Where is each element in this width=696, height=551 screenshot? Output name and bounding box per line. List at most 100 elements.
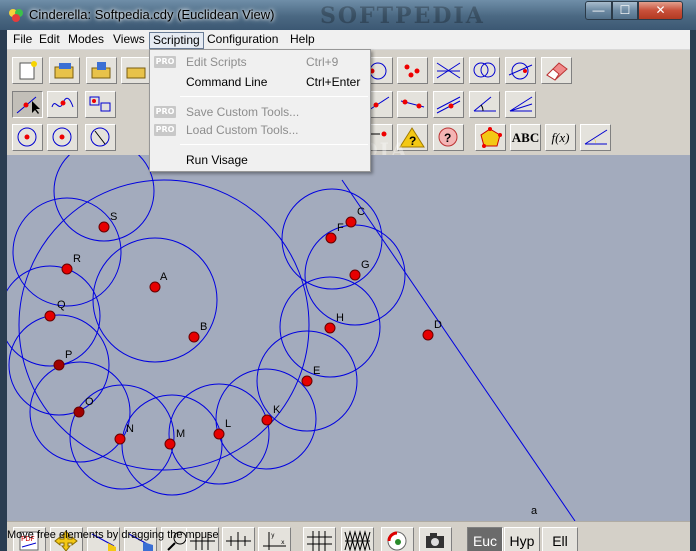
menu-item-command-line[interactable]: Command Line Ctrl+Enter	[150, 72, 370, 92]
export-button[interactable]	[121, 57, 152, 84]
angle-tool-button[interactable]	[469, 91, 500, 118]
label-o: O	[85, 396, 94, 408]
square-grid-icon	[307, 531, 332, 551]
status-bar-text: Move free elements by dragging the mouse	[7, 529, 219, 541]
point-p[interactable]	[53, 359, 65, 371]
function-tool-label: f(x)	[551, 130, 570, 145]
property-check-button[interactable]: ?	[433, 124, 464, 151]
eraser-button[interactable]	[541, 57, 572, 84]
point-o[interactable]	[73, 406, 85, 418]
menu-help[interactable]: Help	[287, 32, 318, 49]
menu-edit[interactable]: Edit	[36, 32, 63, 49]
open-file-button[interactable]	[49, 57, 80, 84]
bisector-tool-button[interactable]	[505, 91, 536, 118]
label-c: C	[357, 206, 365, 218]
label-e: E	[313, 365, 320, 377]
minimize-button[interactable]: —	[585, 1, 612, 20]
point-f[interactable]	[325, 232, 337, 244]
lines-tool-button[interactable]	[433, 57, 464, 84]
compass-tool-button[interactable]	[85, 124, 116, 151]
point-q[interactable]	[44, 310, 56, 322]
point-c[interactable]	[345, 216, 357, 228]
label-d: D	[434, 319, 442, 331]
bisector-tool-icon	[509, 96, 533, 112]
window-title: Cinderella: Softpedia.cdy (Euclidean Vie…	[29, 7, 275, 22]
point-a[interactable]	[149, 281, 161, 293]
select-tool-button[interactable]	[85, 91, 116, 118]
elliptic-mode-button[interactable]: Ell	[542, 527, 578, 551]
segment-tool-icon	[400, 99, 425, 109]
label-s: S	[110, 211, 117, 223]
label-h: H	[336, 312, 344, 324]
point-d[interactable]	[422, 329, 434, 341]
menu-modes[interactable]: Modes	[65, 32, 107, 49]
snap-grid-icon	[226, 532, 251, 550]
function-tool-button[interactable]: f(x)	[545, 124, 576, 151]
circle-a[interactable]	[92, 237, 218, 363]
euclidean-mode-button[interactable]: Euc	[467, 527, 503, 551]
points-icon	[404, 64, 420, 78]
label-q: Q	[57, 299, 66, 311]
points-tool-button[interactable]	[397, 57, 428, 84]
label-k: K	[273, 404, 281, 416]
axes-button[interactable]: yx	[258, 527, 291, 551]
animation-button[interactable]	[381, 527, 414, 551]
point-l[interactable]	[213, 428, 225, 440]
save-file-button[interactable]	[86, 57, 117, 84]
point-h[interactable]	[324, 322, 336, 334]
menu-item-edit-scripts[interactable]: PRO Edit Scripts Ctrl+9	[150, 52, 370, 72]
menu-views[interactable]: Views	[110, 32, 148, 49]
camera-icon	[426, 533, 444, 548]
square-grid-button[interactable]	[303, 527, 336, 551]
property-check-icon: ?	[438, 127, 458, 147]
cinderella-app-icon	[9, 9, 23, 22]
label-a: A	[160, 271, 168, 283]
circle-line-tool-button[interactable]	[505, 57, 536, 84]
menu-item-run-visage[interactable]: Run Visage	[150, 150, 370, 170]
point-g[interactable]	[349, 269, 361, 281]
export-icon	[126, 67, 146, 79]
svg-text:?: ?	[409, 134, 416, 148]
add-point-button[interactable]	[47, 91, 78, 118]
circles-tool-button[interactable]	[469, 57, 500, 84]
circle-radius-tool-button[interactable]	[47, 124, 78, 151]
maximize-button[interactable]: ☐	[612, 1, 638, 20]
point-m[interactable]	[164, 438, 176, 450]
move-tool-button[interactable]	[12, 91, 43, 118]
close-button[interactable]: ✕	[638, 1, 683, 20]
snap-grid-button[interactable]	[222, 527, 255, 551]
circle-r[interactable]	[12, 197, 122, 307]
camera-button[interactable]	[419, 527, 452, 551]
hyperbolic-mode-button[interactable]: Hyp	[504, 527, 540, 551]
point-s[interactable]	[98, 221, 110, 233]
geometry-canvas[interactable]: S R A Q B P O N M L K E H G F C D a	[7, 155, 690, 521]
title-bar[interactable]: Cinderella: Softpedia.cdy (Euclidean Vie…	[0, 0, 696, 30]
polygon-icon	[480, 127, 502, 148]
segment-tool-button[interactable]	[397, 91, 428, 118]
text-tool-button[interactable]: ABC	[510, 124, 541, 151]
point-k[interactable]	[261, 414, 273, 426]
menu-item-save-custom-tools[interactable]: PRO Save Custom Tools...	[150, 102, 370, 122]
parallel-tool-button[interactable]	[433, 91, 464, 118]
calculate-tool-button[interactable]	[580, 124, 611, 151]
point-b[interactable]	[188, 331, 200, 343]
menu-file[interactable]: File	[10, 32, 35, 49]
polygon-tool-button[interactable]	[475, 124, 506, 151]
point-n[interactable]	[114, 433, 126, 445]
point-r[interactable]	[61, 263, 73, 275]
label-m: M	[176, 428, 185, 440]
menu-configuration[interactable]: Configuration	[204, 32, 281, 49]
label-p: P	[65, 349, 72, 361]
point-e[interactable]	[301, 375, 313, 387]
label-r: R	[73, 253, 81, 265]
circle-center-tool-button[interactable]	[12, 124, 43, 151]
main-circle[interactable]	[18, 179, 310, 471]
new-file-button[interactable]	[12, 57, 43, 84]
menu-item-label: Command Line	[186, 75, 268, 89]
triangle-grid-button[interactable]	[341, 527, 374, 551]
label-n: N	[126, 423, 134, 435]
menu-scripting[interactable]: Scripting	[149, 32, 204, 49]
menu-item-load-custom-tools[interactable]: PRO Load Custom Tools...	[150, 120, 370, 140]
compass-icon	[90, 127, 110, 147]
line-a[interactable]	[341, 179, 576, 521]
